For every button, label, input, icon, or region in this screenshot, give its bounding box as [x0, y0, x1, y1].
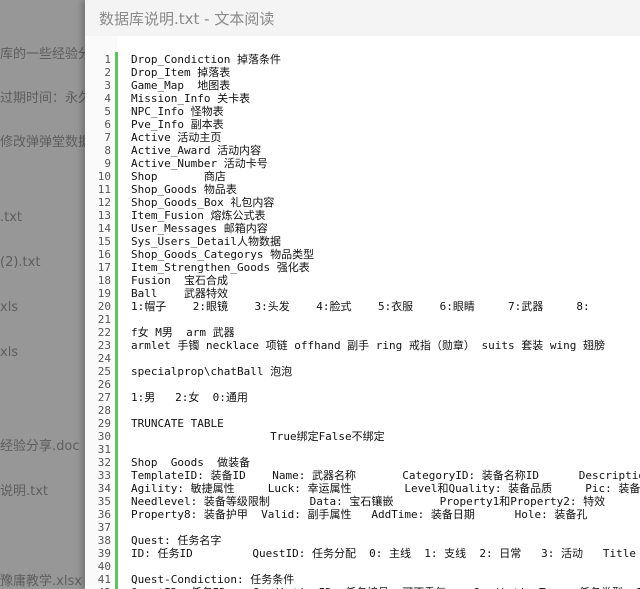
line-text: Active_Award 活动内容 [131, 144, 262, 157]
line-text: Shop 商店 [131, 170, 226, 183]
line-number: 9 [104, 157, 111, 170]
file-list-item[interactable]: .txt [0, 210, 22, 225]
line-number: 6 [104, 118, 111, 131]
line-text: TemplateID: 装备ID Name: 武器名称 CategoryID: … [131, 469, 640, 482]
file-list-item[interactable]: 经验分享.doc [0, 435, 80, 454]
line-text: Shop_Goods 物品表 [131, 183, 237, 196]
line-text: Shop_Goods_Categorys 物品类型 [131, 248, 315, 261]
line-text: Item_Fusion 熔炼公式表 [131, 209, 266, 222]
line-text: f女 M男 arm 武器 [131, 326, 235, 339]
line-text: Ball 武器特效 [131, 287, 228, 300]
line-text: Needlevel: 装备等级限制 Data: 宝石镶嵌 Property1和P… [131, 495, 606, 508]
line-number: 33 [97, 469, 111, 482]
line-number: 25 [97, 365, 111, 378]
line-number: 32 [97, 456, 111, 469]
line-text: True绑定False不绑定 [131, 430, 385, 443]
line-number: 3 [104, 79, 111, 92]
line-text: Quest-Condiction: 任务条件 [131, 573, 295, 586]
line-number: 10 [97, 170, 111, 183]
gutter-marker-bar [115, 52, 118, 589]
line-text: Drop_Condiction 掉落条件 [131, 53, 281, 66]
line-number: 16 [97, 248, 111, 261]
line-number: 18 [97, 274, 111, 287]
line-number: 20 [97, 300, 111, 313]
line-text: Quest: 任务名字 [131, 534, 222, 547]
line-number: 35 [97, 495, 111, 508]
line-number: 2 [104, 66, 111, 79]
line-number: 8 [104, 144, 111, 157]
line-number: 13 [97, 209, 111, 222]
line-text: Active 活动主页 [131, 131, 222, 144]
line-text: Fusion 宝石合成 [131, 274, 228, 287]
line-number: 26 [97, 378, 111, 391]
line-text: Mission_Info 关卡表 [131, 92, 251, 105]
line-text: Sys_Users_Detail人物数据 [131, 235, 281, 248]
line-number: 29 [97, 417, 111, 430]
line-text: Shop_Goods_Box 礼包内容 [131, 196, 275, 209]
file-list-item[interactable]: 说明.txt [0, 480, 48, 499]
line-number: 40 [97, 560, 111, 573]
line-text: Property8: 装备护甲 Valid: 副手属性 AddTime: 装备日… [131, 508, 588, 521]
line-number: 38 [97, 534, 111, 547]
line-number: 31 [97, 443, 111, 456]
file-list-item[interactable]: xls [0, 345, 18, 360]
line-number: 14 [97, 222, 111, 235]
line-number: 28 [97, 404, 111, 417]
line-number: 34 [97, 482, 111, 495]
file-list-item[interactable]: (2).txt [0, 255, 40, 270]
line-text: Pve_Info 副本表 [131, 118, 224, 131]
title-bar[interactable]: 数据库说明.txt - 文本阅读 [85, 0, 640, 37]
line-number: 39 [97, 547, 111, 560]
line-number: 36 [97, 508, 111, 521]
line-text: Drop_Item 掉落表 [131, 66, 231, 79]
line-text: 1:帽子 2:眼镜 3:头发 4:脸式 5:衣服 6:眼睛 7:武器 8: [131, 300, 590, 313]
line-number: 5 [104, 105, 111, 118]
line-number: 4 [104, 92, 111, 105]
line-text: armlet 手镯 necklace 项链 offhand 副手 ring 戒指… [131, 339, 606, 352]
line-number: 15 [97, 235, 111, 248]
line-number: 27 [97, 391, 111, 404]
line-number: 22 [97, 326, 111, 339]
line-number: 7 [104, 131, 111, 144]
line-number: 41 [97, 573, 111, 586]
line-number: 37 [97, 521, 111, 534]
text-content-area[interactable]: 1 Drop_Condiction 掉落条件 2 Drop_Item 掉落表 3 Game… [85, 36, 640, 589]
line-text: Item_Strengthen_Goods 强化表 [131, 261, 310, 274]
line-number: 17 [97, 261, 111, 274]
line-text: Game_Map 地图表 [131, 79, 231, 92]
line-text: 1:男 2:女 0:通用 [131, 391, 248, 404]
line-number: 21 [97, 313, 111, 326]
line-number: 12 [97, 196, 111, 209]
line-text: ID: 任务ID QuestID: 任务分配 0: 主线 1: 支线 2: 日常… [131, 547, 636, 560]
line-number: 11 [97, 183, 111, 196]
text-reader-window: 数据库说明.txt - 文本阅读 1 Drop_Condiction 掉落条件 2 D… [85, 0, 640, 589]
line-number: 1 [104, 53, 111, 66]
window-title: 数据库说明.txt - 文本阅读 [99, 10, 275, 28]
line-text: NPC_Info 怪物表 [131, 105, 224, 118]
file-list-item[interactable]: 修改弹弹堂数据 [0, 131, 91, 150]
line-text: Agility: 敏捷属性 Luck: 幸运属性 Level和Quality: … [131, 482, 640, 495]
line-number: 19 [97, 287, 111, 300]
line-text: User_Messages 邮箱内容 [131, 222, 268, 235]
file-list-item[interactable]: xls [0, 300, 18, 315]
line-text: Shop Goods 做装备 [131, 456, 251, 469]
file-list-item[interactable]: 库的一些经验分 [0, 43, 91, 62]
file-list-item[interactable]: 豫庸教学.xlsx [0, 570, 82, 589]
line-number: 30 [97, 430, 111, 443]
line-text: specialprop\chatBall 泡泡 [131, 365, 293, 378]
line-text: Active_Number 活动卡号 [131, 157, 268, 170]
line-number: 23 [97, 339, 111, 352]
line-number: 24 [97, 352, 111, 365]
line-text: TRUNCATE TABLE [131, 417, 224, 430]
